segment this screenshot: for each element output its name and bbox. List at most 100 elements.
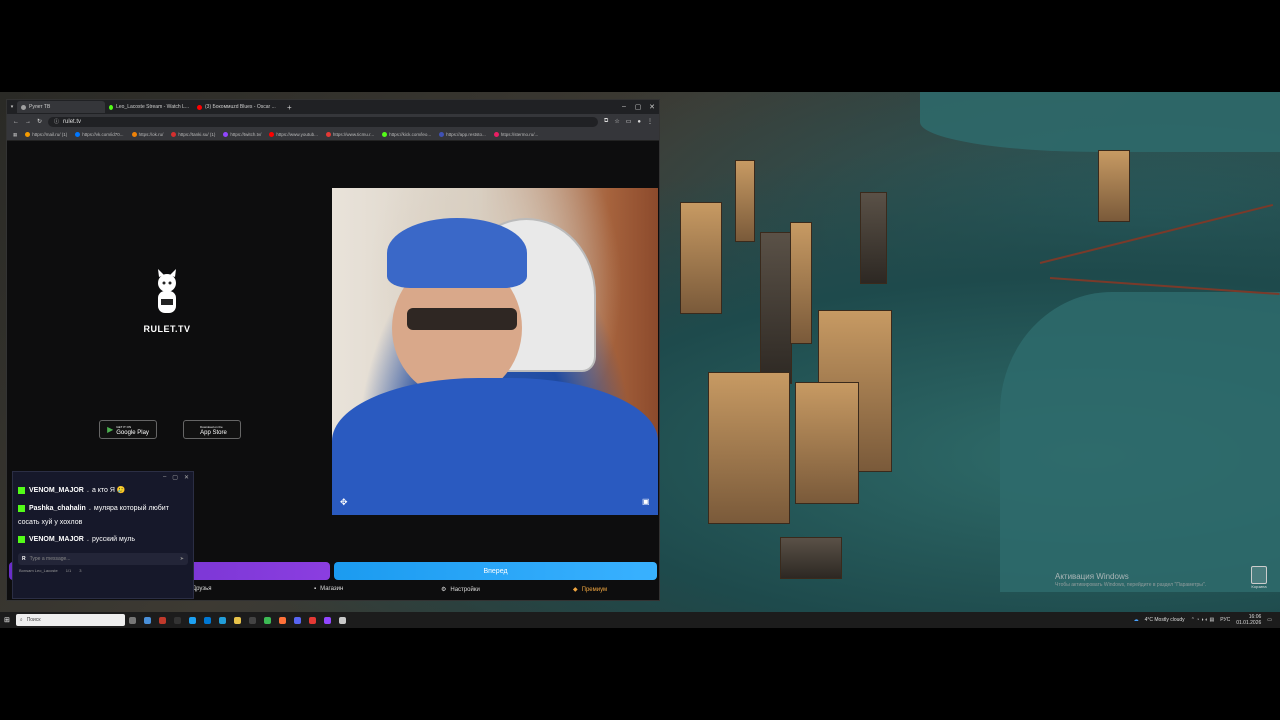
kick-chat-overlay: – ▢ ✕ VENOM_MAJOR ⌄ а кто Я 🥲 Pashka_cha… [12, 471, 194, 599]
clock[interactable]: 16:06 01.01.2026 [1236, 614, 1261, 626]
folder-icon[interactable] [233, 616, 241, 624]
nav-settings[interactable]: ⚙ Настройки [441, 586, 480, 594]
chat-username[interactable]: VENOM_MAJOR [29, 487, 84, 494]
close-button[interactable]: ✕ [645, 103, 659, 111]
bookmark-item[interactable]: https://app.reststo... [439, 132, 486, 137]
building [795, 382, 859, 504]
search-placeholder: Поиск [26, 617, 41, 623]
bookmark-item[interactable]: https://stermo.ru/... [493, 132, 538, 137]
bookmarks-bar: ▦ https://mail.ru/ (1) https://vk.com/id… [7, 129, 659, 141]
apps-grid-icon[interactable]: ▦ [13, 132, 17, 138]
language-indicator[interactable]: РУС [1220, 617, 1230, 623]
app-icon[interactable] [338, 616, 346, 624]
notifications-icon[interactable]: ▭ [1267, 617, 1272, 623]
app-icon[interactable] [248, 616, 256, 624]
bookmark-item[interactable]: https://tanki.su/ (1) [171, 132, 215, 137]
chrome-icon[interactable] [263, 616, 271, 624]
chat-username[interactable]: Pashka_chahalin [29, 505, 86, 512]
site-info-icon[interactable]: ⓘ [54, 118, 59, 125]
chat-close-button[interactable]: ✕ [184, 474, 189, 481]
menu-kebab-icon[interactable]: ⋮ [647, 118, 653, 125]
tray-icons[interactable]: ⌃ ◔ ◑ ◐ ▤ [1191, 617, 1215, 623]
app-icon[interactable] [278, 616, 286, 624]
chevron-down-icon: ⌄ [85, 488, 90, 494]
weather-icon[interactable]: ☁ [1134, 617, 1139, 623]
start-icon[interactable]: ⊞ [4, 616, 10, 624]
app-icon[interactable] [323, 616, 331, 624]
bookmark-star-icon[interactable]: ☆ [614, 118, 619, 125]
discord-icon[interactable] [293, 616, 301, 624]
bookmark-item[interactable]: https://twitch.tv/ [223, 132, 261, 137]
reload-icon[interactable]: ↻ [37, 118, 42, 125]
nav-friends[interactable]: Друзья [192, 586, 211, 592]
recycle-bin[interactable]: Корзина [1249, 566, 1269, 589]
bookmark-item[interactable]: https://www.youtub... [269, 132, 318, 137]
building [708, 372, 790, 524]
bookmark-item[interactable]: https://www.ticmu.r... [325, 132, 374, 137]
terminal-icon[interactable] [173, 616, 181, 624]
tab-kick[interactable]: Leo_Lacoste Stream - Watch L... [105, 101, 193, 113]
edge-icon[interactable] [188, 616, 196, 624]
app-icon[interactable] [158, 616, 166, 624]
extensions-icon[interactable]: ▭ [626, 118, 632, 125]
nav-shop[interactable]: ▪ Магазин [314, 586, 343, 592]
footer-channel: Bonsam Leo_Lacoste [19, 568, 58, 573]
next-button[interactable]: Вперед [334, 562, 657, 580]
app-icon[interactable] [143, 616, 151, 624]
kick-badge-icon [18, 504, 25, 512]
building [860, 192, 887, 284]
bookmark-favicon-icon [25, 132, 31, 137]
opera-icon[interactable] [308, 616, 316, 624]
bookmark-item[interactable]: https://kick.com/leo... [382, 132, 431, 137]
back-icon[interactable]: ← [13, 119, 19, 125]
app-store-label: App Store [200, 429, 227, 436]
shop-label: Магазин [320, 586, 344, 592]
bookmark-favicon-icon [493, 132, 499, 137]
bridge [1039, 203, 1274, 264]
chevron-down-icon: ⌄ [85, 537, 90, 543]
telegram-icon[interactable] [218, 616, 226, 624]
chat-message: VENOM_MAJOR ⌄ а кто Я 🥲 [13, 482, 193, 500]
bookmark-favicon-icon [223, 132, 229, 137]
tab-rulet[interactable]: Рулет ТВ [17, 101, 105, 113]
install-icon[interactable]: ⧉ [604, 118, 608, 125]
nav-premium[interactable]: ◆ Премиум [573, 586, 608, 594]
rulet-brand: RULET.TV [143, 324, 191, 334]
task-view-icon[interactable] [128, 616, 136, 624]
chat-username[interactable]: VENOM_MAJOR [29, 536, 84, 543]
taskbar-search[interactable]: ⌕ Поиск [15, 614, 125, 626]
bookmark-item[interactable]: https://vk.com/id70... [75, 132, 124, 137]
bookmark-favicon-icon [75, 132, 81, 137]
profile-icon[interactable]: ● [637, 119, 641, 125]
bookmark-item[interactable]: https://mail.ru/ (1) [25, 132, 67, 137]
store-icon[interactable] [203, 616, 211, 624]
building [780, 537, 842, 579]
minimize-button[interactable]: – [617, 103, 631, 111]
tab-strip: ▾ Рулет ТВ Leo_Lacoste Stream - Watch L.… [7, 100, 659, 114]
chevron-down-icon: ⌄ [87, 506, 92, 512]
maximize-button[interactable]: ▢ [631, 103, 645, 111]
tab-menu-icon[interactable]: ▾ [7, 104, 17, 110]
address-bar[interactable]: ⓘ rulet.tv [48, 116, 599, 127]
app-store-button[interactable]: Download on the App Store [183, 420, 241, 439]
premium-label: Премиум [581, 586, 608, 593]
recycle-bin-label: Корзина [1251, 584, 1267, 589]
new-tab-button[interactable]: + [281, 103, 298, 112]
bookmark-label: https://www.youtub... [276, 132, 318, 137]
google-play-button[interactable]: ▶ GET IT ON Google Play [99, 420, 157, 439]
chat-input[interactable]: R Type a message... ➤ [18, 553, 188, 565]
windows-activation-title: Активация Windows [1055, 572, 1129, 581]
forward-icon[interactable]: → [25, 119, 31, 125]
gear-icon: ⚙ [441, 587, 447, 593]
river-water-top [920, 92, 1280, 152]
chat-minimize-button[interactable]: – [163, 474, 166, 480]
chat-maximize-button[interactable]: ▢ [172, 474, 178, 481]
next-button-label: Вперед [483, 567, 508, 575]
camera-switch-icon[interactable]: ▣ [642, 497, 650, 506]
tab-youtube[interactable]: (3) Бокоммuzd Blues - Oscar ... [193, 101, 281, 113]
weather-text[interactable]: 4°C Mostly cloudy [1145, 617, 1185, 623]
toolbar: ← → ↻ ⓘ rulet.tv ⧉ ☆ ▭ ● ⋮ [7, 114, 659, 129]
move-icon[interactable]: ✥ [340, 497, 348, 508]
send-icon[interactable]: ➤ [180, 556, 184, 562]
bookmark-item[interactable]: https://ok.ru/ [131, 132, 163, 137]
